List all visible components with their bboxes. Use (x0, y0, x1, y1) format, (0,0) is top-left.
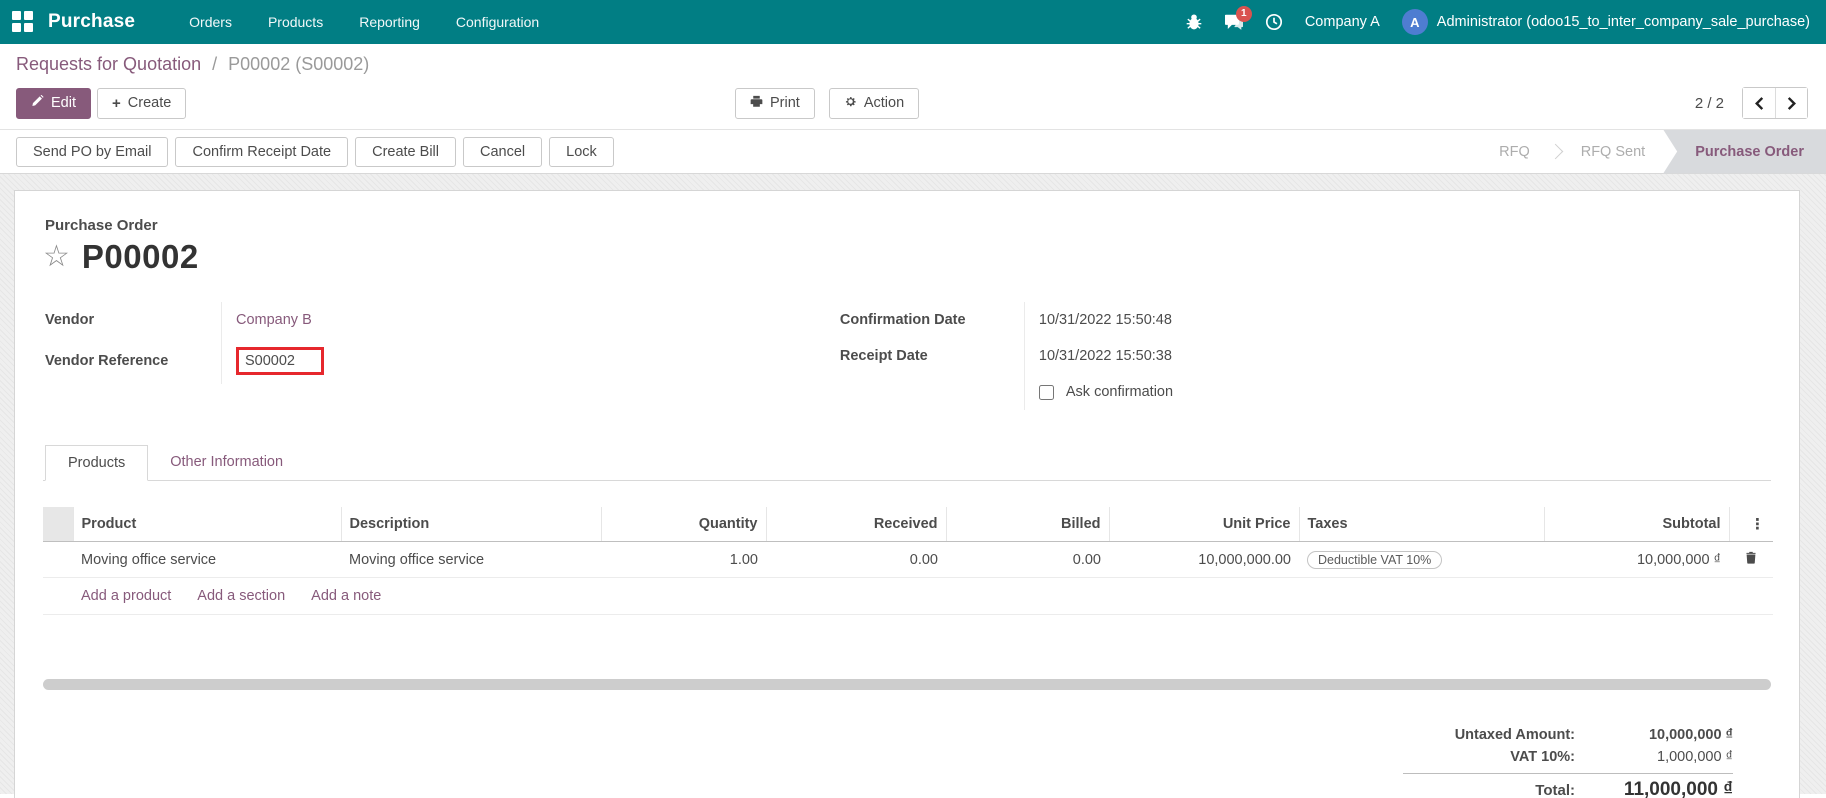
control-panel: Requests for Quotation / P00002 (S00002)… (0, 44, 1826, 129)
tax-badge[interactable]: Deductible VAT 10% (1307, 550, 1443, 569)
vendor-value-link[interactable]: Company B (236, 312, 312, 328)
menu-configuration[interactable]: Configuration (442, 2, 553, 42)
vendor-label: Vendor (45, 312, 95, 328)
create-button[interactable]: + Create (97, 87, 187, 119)
pager-previous-button[interactable] (1743, 88, 1775, 118)
message-count-badge: 1 (1235, 6, 1252, 22)
breadcrumb: Requests for Quotation / P00002 (S00002) (16, 54, 1810, 75)
step-rfq[interactable]: RFQ (1481, 130, 1548, 174)
main-menu: Orders Products Reporting Configuration (175, 2, 553, 42)
cancel-button[interactable]: Cancel (462, 136, 543, 167)
lock-button[interactable]: Lock (549, 136, 614, 167)
cell-billed[interactable]: 0.00 (946, 541, 1109, 578)
favorite-star-icon[interactable]: ☆ (43, 242, 70, 272)
total-value: 11,000,000 ₫ (1623, 779, 1733, 798)
printer-icon (750, 95, 763, 112)
order-lines-table: Product Description Quantity Received Bi… (43, 507, 1773, 615)
vendor-reference-value[interactable]: S00002 (236, 347, 324, 375)
user-name: Administrator (odoo15_to_inter_company_s… (1436, 14, 1810, 30)
receipt-date-label: Receipt Date (839, 348, 928, 364)
create-bill-button[interactable]: Create Bill (355, 136, 456, 167)
vat-value: 1,000,000 ₫ (1657, 749, 1733, 765)
total-label: Total: (1535, 782, 1575, 798)
breadcrumb-separator: / (212, 54, 218, 74)
form-view-background: Purchase Order ☆ P00002 Vendor Company B… (0, 174, 1826, 798)
avatar: A (1401, 9, 1428, 35)
ask-confirmation-checkbox[interactable] (1038, 384, 1054, 400)
add-line-row: Add a product Add a section Add a note (43, 577, 1773, 615)
confirm-receipt-date-button[interactable]: Confirm Receipt Date (175, 136, 349, 167)
tab-products[interactable]: Products (45, 445, 149, 481)
vendor-reference-label: Vendor Reference (45, 353, 169, 369)
form-sheet: Purchase Order ☆ P00002 Vendor Company B… (14, 190, 1800, 798)
send-po-by-email-button[interactable]: Send PO by Email (16, 136, 169, 167)
add-a-product-link[interactable]: Add a product (81, 588, 171, 604)
menu-reporting[interactable]: Reporting (345, 2, 434, 42)
col-quantity[interactable]: Quantity (601, 507, 767, 542)
edit-button[interactable]: Edit (16, 87, 91, 119)
cell-quantity[interactable]: 1.00 (601, 541, 766, 578)
col-subtotal[interactable]: Subtotal (1544, 507, 1730, 542)
receipt-date-value: 10/31/2022 15:50:38 (1023, 338, 1771, 374)
col-description[interactable]: Description (341, 507, 602, 542)
confirmation-date-label: Confirmation Date (839, 312, 966, 328)
add-a-note-link[interactable]: Add a note (311, 588, 381, 604)
print-button[interactable]: Print (735, 87, 815, 119)
optional-columns-icon[interactable]: ⋮ (1750, 517, 1765, 532)
breadcrumb-parent[interactable]: Requests for Quotation (16, 54, 201, 74)
page-title: P00002 (81, 238, 199, 275)
step-chevron-icon (1547, 143, 1563, 160)
app-title[interactable]: Purchase (48, 11, 135, 33)
col-received[interactable]: Received (766, 507, 947, 542)
status-steps: RFQ RFQ Sent Purchase Order (1481, 129, 1826, 174)
company-switcher[interactable]: Company A (1305, 14, 1380, 30)
totals-block: Untaxed Amount: 10,000,000 ₫ VAT 10%: 1,… (1403, 724, 1733, 798)
delete-row-icon[interactable] (1744, 550, 1758, 565)
add-a-section-link[interactable]: Add a section (197, 588, 285, 604)
activities-clock-icon[interactable] (1265, 13, 1283, 31)
pencil-icon (31, 94, 44, 112)
chevron-right-icon (1787, 96, 1796, 110)
vat-label: VAT 10%: (1510, 749, 1575, 765)
notebook-tabs: Products Other Information (43, 444, 1771, 481)
horizontal-scrollbar[interactable] (43, 679, 1771, 690)
table-row[interactable]: Moving office service Moving office serv… (43, 541, 1773, 578)
messages-icon[interactable]: 1 (1224, 6, 1252, 31)
doc-type-label: Purchase Order (45, 217, 158, 234)
plus-icon: + (112, 94, 121, 112)
gear-icon (844, 95, 857, 112)
step-rfq-sent[interactable]: RFQ Sent (1563, 130, 1663, 174)
statusbar: Send PO by Email Confirm Receipt Date Cr… (0, 129, 1826, 174)
menu-orders[interactable]: Orders (175, 2, 246, 42)
table-header-row: Product Description Quantity Received Bi… (43, 507, 1773, 542)
pager-next-button[interactable] (1775, 88, 1807, 118)
cell-product[interactable]: Moving office service (73, 541, 341, 578)
apps-menu-icon[interactable] (12, 11, 34, 33)
user-menu[interactable]: A Administrator (odoo15_to_inter_company… (1401, 9, 1810, 35)
cell-unit-price[interactable]: 10,000,000.00 (1109, 541, 1299, 578)
top-navbar: Purchase Orders Products Reporting Confi… (0, 0, 1826, 44)
untaxed-amount-label: Untaxed Amount: (1454, 727, 1575, 743)
step-purchase-order[interactable]: Purchase Order (1663, 129, 1826, 174)
ask-confirmation-label: Ask confirmation (1065, 384, 1174, 400)
cell-description[interactable]: Moving office service (341, 541, 601, 578)
col-billed[interactable]: Billed (946, 507, 1110, 542)
chevron-left-icon (1754, 96, 1763, 110)
debug-bug-icon[interactable] (1185, 13, 1203, 31)
tab-other-information[interactable]: Other Information (148, 445, 305, 481)
breadcrumb-current: P00002 (S00002) (228, 54, 370, 74)
confirmation-date-value: 10/31/2022 15:50:48 (1023, 302, 1771, 338)
action-button[interactable]: Action (828, 87, 920, 119)
col-product[interactable]: Product (73, 507, 342, 542)
cell-subtotal: 10,000,000 ₫ (1544, 541, 1729, 578)
pager-counter: 2 / 2 (1694, 94, 1724, 112)
col-unit-price[interactable]: Unit Price (1109, 507, 1300, 542)
menu-products[interactable]: Products (254, 2, 337, 42)
cell-received[interactable]: 0.00 (766, 541, 946, 578)
untaxed-amount-value: 10,000,000 ₫ (1648, 727, 1733, 743)
col-taxes[interactable]: Taxes (1299, 507, 1545, 542)
